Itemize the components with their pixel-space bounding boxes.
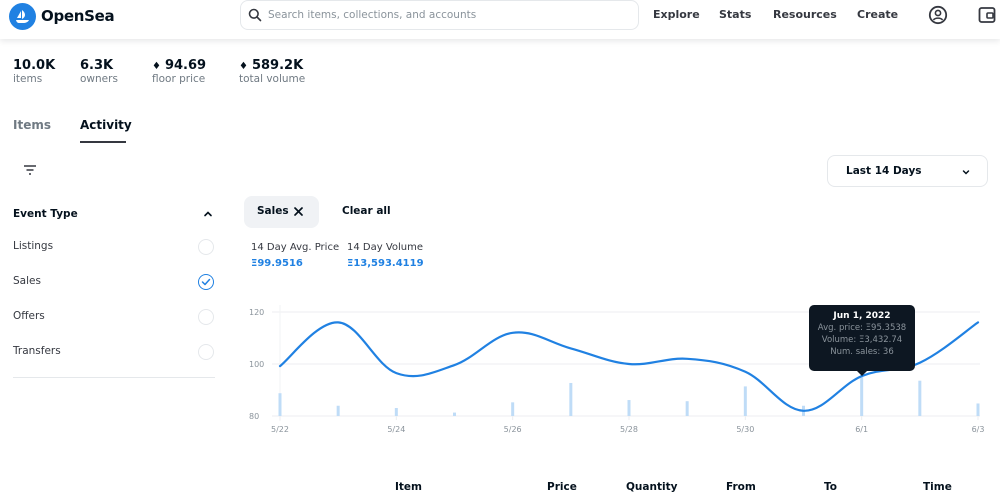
y-tick-label: 80 [249,412,259,421]
nav-create[interactable]: Create [857,8,898,21]
account-icon[interactable] [928,5,948,25]
avg-price-value: Ξ99.9516 [251,258,303,269]
sales-bar [453,412,456,416]
sales-bar [860,375,864,416]
event-offers-label[interactable]: Offers [13,310,45,322]
stat-value: 94.69 [164,58,207,73]
sales-bar [918,380,922,416]
tab-items[interactable]: Items [13,118,51,132]
event-sales-label[interactable]: Sales [13,275,41,287]
stat-label: total volume [239,73,306,85]
event-offers-checkbox[interactable] [198,309,214,325]
column-header-to[interactable]: To [824,481,837,493]
event-sales-checkbox[interactable] [198,274,214,290]
chart-tooltip: Jun 1, 2022 Avg. price: Ξ95.3538 Volume:… [809,305,915,376]
top-header: OpenSea Explore Stats Resources Create [0,0,1000,39]
ethereum-icon: ♦ [239,61,248,72]
time-range-value: Last 14 Days [846,165,922,177]
y-tick-label: 100 [249,360,264,369]
event-type-heading[interactable]: Event Type [13,208,78,220]
stat-items: 10.0K items [13,58,55,85]
sales-bar [627,400,631,416]
tab-activity[interactable]: Activity [80,118,132,132]
tooltip-arrow [857,371,867,376]
brand-name[interactable]: OpenSea [41,7,115,25]
check-icon [201,278,211,286]
search-bar[interactable] [240,0,639,30]
stat-label: items [13,73,43,85]
ethereum-icon: ♦ [152,61,161,72]
avg-price-label: 14 Day Avg. Price [251,242,340,253]
stat-label: owners [80,73,118,85]
sales-bar [685,401,689,416]
volume-label: 14 Day Volume [347,242,424,253]
column-header-quantity[interactable]: Quantity [626,481,677,493]
clear-all-button[interactable]: Clear all [342,205,391,217]
sidebar-divider [13,377,215,378]
event-transfers-checkbox[interactable] [198,344,214,360]
column-header-price[interactable]: Price [547,481,577,493]
stat-value: 10.0K [13,58,56,73]
nav-resources[interactable]: Resources [773,8,837,21]
tooltip-num-sales: Num. sales: 36 [830,347,894,357]
search-icon [248,8,262,22]
time-range-select[interactable]: Last 14 Days [827,155,988,187]
nav-explore[interactable]: Explore [653,8,700,21]
x-tick-label: 5/30 [736,425,754,434]
x-tick-label: 5/22 [271,425,289,434]
sales-bar [743,386,747,416]
stat-floor-price: ♦ 94.69 floor price [152,58,206,85]
column-header-from[interactable]: From [726,481,756,493]
opensea-logo-icon[interactable] [9,3,36,30]
x-tick-label: 5/24 [387,425,405,434]
filter-icon[interactable] [23,164,37,176]
volume-value: Ξ13,593.4119 [347,258,424,269]
close-icon[interactable] [293,206,304,217]
sales-bar [336,405,340,416]
event-transfers-label[interactable]: Transfers [13,345,61,357]
stat-value: 589.2K [251,58,304,73]
x-tick-label: 6/3 [972,425,985,434]
tooltip-date: Jun 1, 2022 [833,311,891,321]
x-tick-label: 6/1 [855,425,868,434]
column-header-item[interactable]: Item [395,481,422,493]
chevron-up-icon[interactable] [202,208,214,220]
sales-bar [976,403,980,416]
wallet-icon[interactable] [977,5,997,25]
active-tab-indicator [80,141,126,143]
stat-label: floor price [152,73,206,85]
y-tick-label: 120 [249,308,264,317]
chevron-down-icon [962,170,970,175]
sales-bar [394,408,398,416]
tooltip-avg-price: Avg. price: Ξ95.3538 [817,323,907,333]
sales-bar [569,382,573,416]
stat-value: 6.3K [80,58,114,73]
event-listings-label[interactable]: Listings [13,240,53,252]
filter-chip-label: Sales [257,205,289,217]
x-tick-label: 5/26 [504,425,522,434]
event-listings-checkbox[interactable] [198,239,214,255]
sales-bar [511,402,515,416]
filter-chip-sales[interactable]: Sales [244,196,319,228]
search-input[interactable] [268,5,628,25]
nav-stats[interactable]: Stats [719,8,751,21]
x-tick-label: 5/28 [620,425,638,434]
stat-total-volume: ♦ 589.2K total volume [239,58,305,85]
sales-bar [278,393,282,416]
column-header-time[interactable]: Time [923,481,952,493]
stat-owners: 6.3K owners [80,58,118,85]
tooltip-volume: Volume: Ξ3,432.74 [821,335,903,345]
